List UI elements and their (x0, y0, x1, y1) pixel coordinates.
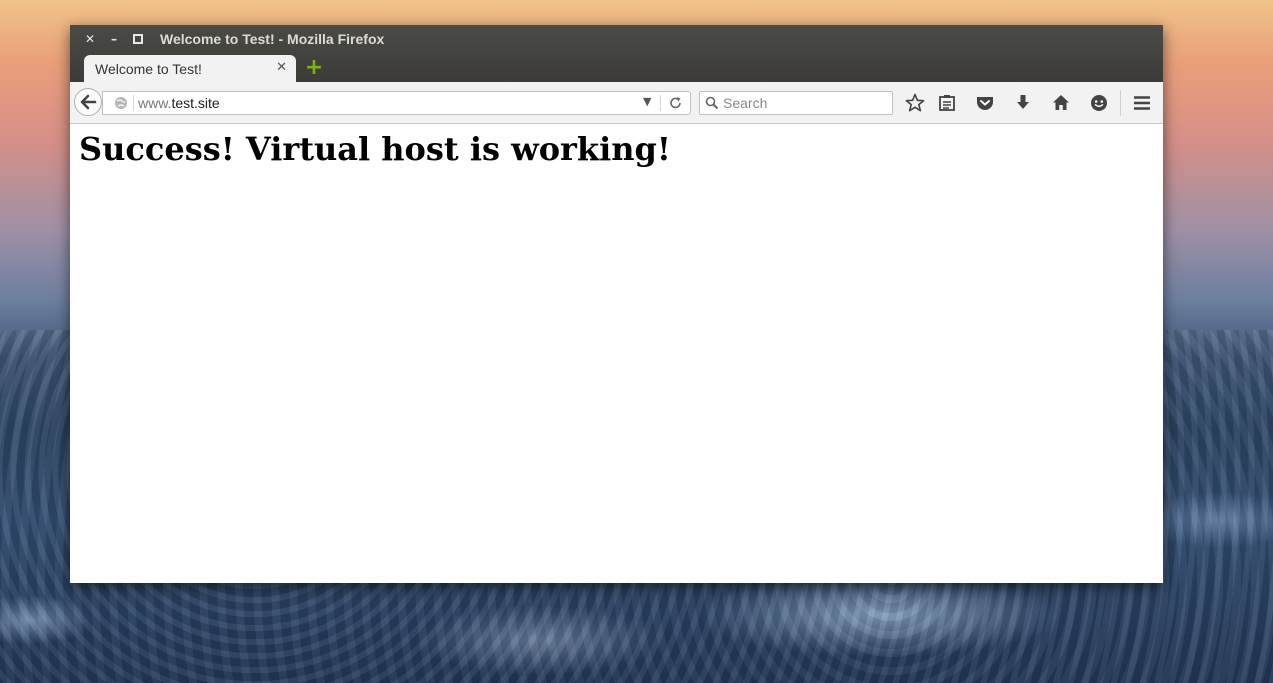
window-title: Welcome to Test! - Mozilla Firefox (160, 31, 385, 47)
bookmark-star-icon[interactable] (904, 92, 926, 114)
new-tab-icon[interactable]: + (304, 57, 324, 79)
url-domain: test.site (171, 95, 220, 111)
reload-icon[interactable] (666, 93, 686, 113)
pocket-icon[interactable] (974, 92, 996, 114)
menu-icon[interactable] (1131, 92, 1153, 114)
page-heading: Success! Virtual host is working! (79, 130, 671, 168)
url-bar[interactable]: www.test.site ▼ (102, 91, 691, 115)
home-icon[interactable] (1050, 92, 1072, 114)
search-icon (705, 96, 719, 110)
toolbar-separator (1120, 90, 1121, 116)
search-bar[interactable]: Search (699, 91, 893, 115)
tab-label: Welcome to Test! (95, 61, 202, 77)
window-titlebar: ✕ – Welcome to Test! - Mozilla Firefox W… (70, 25, 1163, 83)
close-window-icon[interactable]: ✕ (82, 31, 98, 47)
navigation-toolbar: www.test.site ▼ Search (70, 82, 1163, 124)
search-placeholder: Search (723, 95, 768, 111)
maximize-window-icon[interactable] (130, 31, 146, 47)
site-identity-globe-icon[interactable] (114, 96, 128, 110)
tab-close-icon[interactable]: ✕ (276, 60, 287, 75)
url-prefix: www. (138, 95, 172, 111)
minimize-window-icon[interactable]: – (106, 31, 122, 47)
firefox-window: ✕ – Welcome to Test! - Mozilla Firefox W… (70, 25, 1163, 583)
back-button[interactable] (74, 88, 102, 116)
page-content: Success! Virtual host is working! (70, 124, 1163, 583)
download-icon[interactable] (1012, 92, 1034, 114)
reading-list-icon[interactable] (936, 92, 958, 114)
url-separator (660, 95, 661, 111)
url-text: www.test.site (138, 95, 220, 111)
back-arrow-icon (80, 94, 97, 110)
hello-chat-icon[interactable] (1088, 92, 1110, 114)
tab-active[interactable]: Welcome to Test! ✕ (84, 55, 296, 83)
url-history-dropdown-icon[interactable]: ▼ (643, 95, 651, 108)
